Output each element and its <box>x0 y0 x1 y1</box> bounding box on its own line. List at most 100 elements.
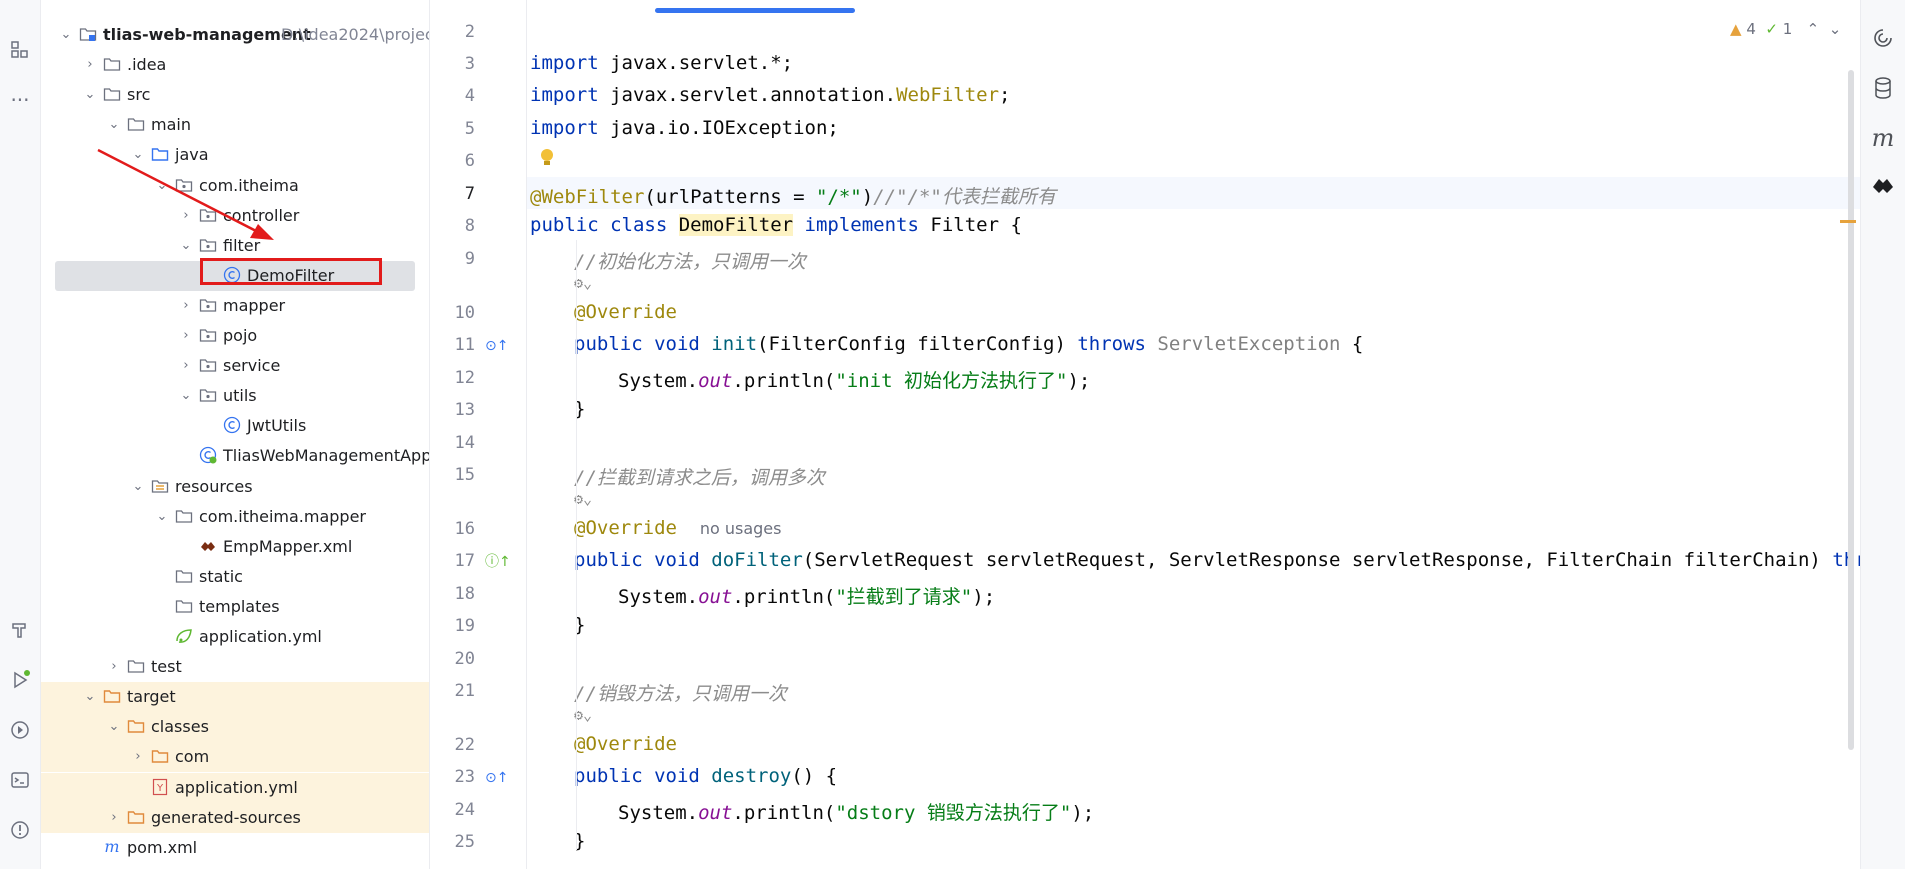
line-number[interactable]: 8 <box>430 216 475 236</box>
chevron-down-icon[interactable]: ⌄ <box>83 687 97 707</box>
tree-item[interactable]: templates <box>41 592 429 622</box>
line-number[interactable]: 20 <box>430 649 475 669</box>
line-number[interactable]: 7 <box>430 184 475 204</box>
token: ; <box>999 84 1011 106</box>
token: out <box>698 586 733 608</box>
more-tools-icon[interactable]: ··· <box>6 86 34 114</box>
mybatis-icon[interactable] <box>1869 172 1897 200</box>
tree-item[interactable]: ⌄ com.itheima <box>41 171 429 201</box>
line-number[interactable]: 23 <box>430 767 475 787</box>
tree-item[interactable]: › mapper <box>41 291 429 321</box>
override-marker-icon[interactable]: ⊙↑ <box>485 335 508 357</box>
token: System. <box>618 802 699 824</box>
line-number[interactable]: 9 <box>430 249 475 269</box>
excluded-folder-icon <box>127 808 145 826</box>
implements-marker-icon[interactable]: ⓘ↑ <box>485 551 511 573</box>
chevron-right-icon[interactable]: › <box>179 356 193 376</box>
chevron-down-icon[interactable]: ⌄ <box>59 25 73 45</box>
chevron-down-icon[interactable]: ⌄ <box>131 477 145 497</box>
line-number[interactable]: 21 <box>430 681 475 701</box>
services-icon[interactable] <box>6 716 34 744</box>
ai-assistant-icon[interactable] <box>1869 24 1897 52</box>
line-number[interactable]: 16 <box>430 519 475 539</box>
tree-item[interactable]: › .idea <box>41 50 429 80</box>
line-number[interactable]: 14 <box>430 433 475 453</box>
tree-item[interactable]: ⌄ target <box>41 682 429 713</box>
tree-item[interactable]: application.yml <box>41 622 429 652</box>
code-line-5: import java.io.IOException; <box>530 117 839 139</box>
chevron-down-icon[interactable]: ⌄ <box>179 386 193 406</box>
tree-item[interactable]: › service <box>41 351 429 381</box>
warning-stripe-mark[interactable] <box>1840 220 1856 223</box>
database-icon[interactable] <box>1869 74 1897 102</box>
line-number[interactable]: 25 <box>430 832 475 852</box>
chevron-down-icon[interactable]: ⌄ <box>155 507 169 527</box>
chevron-right-icon[interactable]: › <box>179 206 193 226</box>
tree-item[interactable]: ⌄ resources <box>41 472 429 502</box>
tree-item[interactable]: ⌄ com.itheima.mapper <box>41 502 429 532</box>
tree-item[interactable]: ⌄ src <box>41 80 429 110</box>
tree-item[interactable]: ⌄ filter <box>41 231 429 261</box>
chevron-right-icon[interactable]: › <box>107 808 121 828</box>
editor-scrollbar[interactable] <box>1848 70 1854 750</box>
tree-item[interactable]: › generated-sources <box>41 802 429 833</box>
line-number[interactable]: 24 <box>430 800 475 820</box>
line-number[interactable]: 18 <box>430 584 475 604</box>
tree-item[interactable]: ⌄ java <box>41 140 429 170</box>
line-number[interactable]: 12 <box>430 368 475 388</box>
chevron-down-icon[interactable]: ⌄ <box>107 115 121 135</box>
tree-item[interactable]: JwtUtils <box>41 411 429 441</box>
chevron-down-icon[interactable]: ⌄ <box>155 176 169 196</box>
chevron-down-icon[interactable]: ⌄ <box>179 236 193 256</box>
chevron-down-icon[interactable]: ⌄ <box>83 85 97 105</box>
tree-item[interactable]: ⌄ main <box>41 110 429 140</box>
tree-item[interactable]: › controller <box>41 201 429 231</box>
usages-hint[interactable]: no usages <box>700 519 782 538</box>
tree-item[interactable]: ⌄ utils <box>41 381 429 411</box>
chevron-down-icon[interactable]: ⌄ <box>1829 20 1842 38</box>
tree-item[interactable]: › test <box>41 652 429 682</box>
structure-icon[interactable] <box>6 36 34 64</box>
code-line-22: @Override <box>574 733 677 755</box>
line-number[interactable]: 22 <box>430 735 475 755</box>
chevron-down-icon[interactable]: ⌄ <box>131 145 145 165</box>
intention-bulb-icon[interactable] <box>540 148 554 172</box>
override-marker-icon[interactable]: ⊙↑ <box>485 767 508 789</box>
tree-item[interactable]: EmpMapper.xml <box>41 532 429 562</box>
line-number[interactable]: 2 <box>430 22 475 42</box>
line-number[interactable]: 6 <box>430 151 475 171</box>
tree-item[interactable]: TliasWebManagementApplication <box>41 441 429 471</box>
tree-item[interactable]: ⌄ classes <box>41 712 429 743</box>
tree-item[interactable]: Yapplication.yml <box>41 772 429 803</box>
line-number[interactable]: 4 <box>430 86 475 106</box>
problems-icon[interactable] <box>6 816 34 844</box>
tree-item[interactable]: › com <box>41 742 429 773</box>
line-number[interactable]: 10 <box>430 303 475 323</box>
line-number[interactable]: 15 <box>430 465 475 485</box>
maven-icon[interactable]: m <box>1869 124 1897 152</box>
line-number[interactable]: 19 <box>430 616 475 636</box>
tree-item[interactable]: m pom.xml <box>41 833 429 863</box>
token: out <box>698 370 733 392</box>
tree-item[interactable]: ⌄ tlias-web-management D:\idea2024\project <box>41 20 429 50</box>
line-number[interactable]: 5 <box>430 119 475 139</box>
line-number[interactable]: 13 <box>430 400 475 420</box>
tree-item[interactable]: › pojo <box>41 321 429 351</box>
inspection-widget[interactable]: ▲ 4 ✓ 1 ⌃ ⌄ <box>1730 20 1841 38</box>
chevron-down-icon[interactable]: ⌄ <box>107 717 121 737</box>
line-number[interactable]: 11 <box>430 335 475 355</box>
token: .println( <box>732 370 836 392</box>
tree-item[interactable]: static <box>41 562 429 592</box>
chevron-right-icon[interactable]: › <box>179 296 193 316</box>
chevron-right-icon[interactable]: › <box>107 657 121 677</box>
code-editor[interactable]: 2 3 4 5 6 7 8 9 10 11 12 13 14 15 16 17 18 19 20 21 22 23 24 25… <box>430 0 1901 869</box>
line-number[interactable]: 3 <box>430 54 475 74</box>
chevron-up-icon[interactable]: ⌃ <box>1807 20 1820 38</box>
chevron-right-icon[interactable]: › <box>131 747 145 767</box>
run-icon[interactable] <box>6 666 34 694</box>
chevron-right-icon[interactable]: › <box>179 326 193 346</box>
line-number[interactable]: 17 <box>430 551 475 571</box>
terminal-icon[interactable] <box>6 766 34 794</box>
build-hammer-icon[interactable] <box>6 616 34 644</box>
chevron-right-icon[interactable]: › <box>83 55 97 75</box>
